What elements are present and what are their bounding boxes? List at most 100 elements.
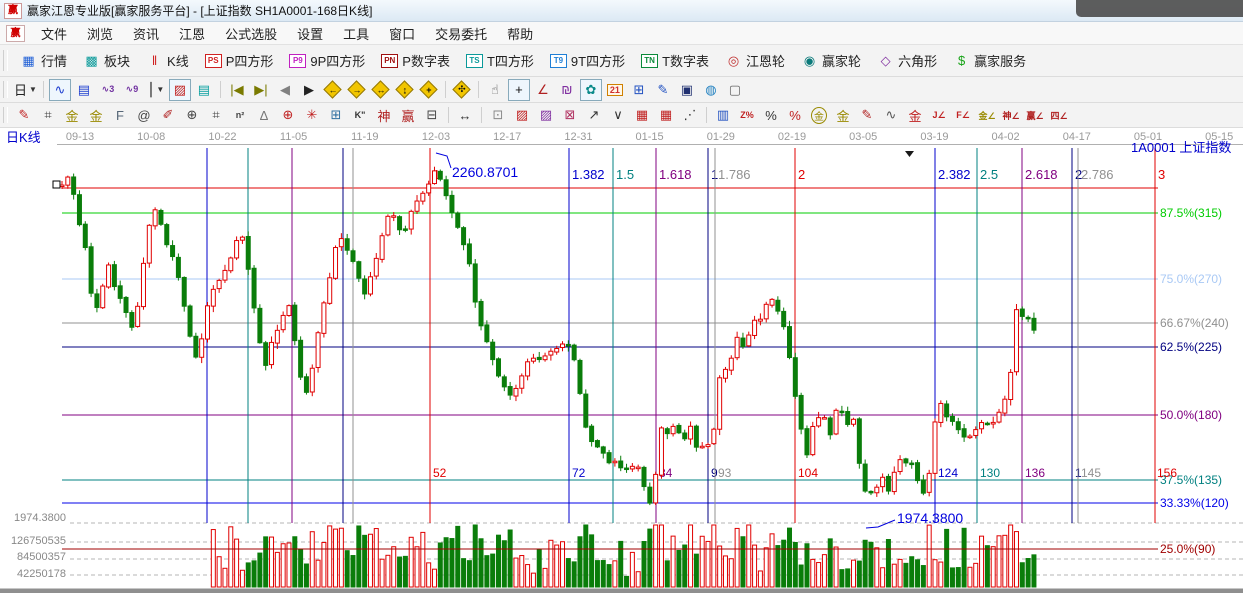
web-data-icon[interactable]: ◍ xyxy=(700,79,722,101)
menu-item-7[interactable]: 窗口 xyxy=(379,22,425,45)
target-circle-icon[interactable]: ⊕ xyxy=(277,104,299,126)
menu-item-3[interactable]: 江恩 xyxy=(169,22,215,45)
wave3-icon[interactable]: ∿3 xyxy=(97,79,119,101)
workstation-icon[interactable]: ▢ xyxy=(724,79,746,101)
9p-square-button[interactable]: P99P四方形 xyxy=(281,48,373,73)
menu-item-9[interactable]: 帮助 xyxy=(497,22,543,45)
service-button[interactable]: $赢家服务 xyxy=(945,48,1034,73)
goto-end-icon[interactable]: ▶| xyxy=(250,79,272,101)
zigzag-overlay-icon[interactable]: ∿ xyxy=(49,79,71,101)
menu-item-8[interactable]: 交易委托 xyxy=(425,22,497,45)
t-table-button[interactable]: TNT数字表 xyxy=(633,48,717,73)
scale-bars-icon[interactable]: ▥ xyxy=(712,104,734,126)
percent-zone-icon[interactable]: Z% xyxy=(736,104,758,126)
red-web-icon[interactable]: ✳ xyxy=(301,104,323,126)
frame-handles-icon[interactable]: ⊡ xyxy=(487,104,509,126)
p-square-button[interactable]: PSP四方形 xyxy=(197,48,282,73)
menu-item-0[interactable]: 文件 xyxy=(31,22,77,45)
page-right-icon[interactable]: ▶ xyxy=(298,79,320,101)
wave-channel-icon[interactable]: ∿ xyxy=(880,104,902,126)
chart-area[interactable]: 87.5%(315)75.0%(270)66.67%(240)62.5%(225… xyxy=(0,128,1243,593)
zoom-h-diamond-icon[interactable]: ↔ xyxy=(370,79,392,101)
volume-profile-icon[interactable]: ▤ xyxy=(193,79,215,101)
angle-measure-icon[interactable]: ∠ xyxy=(532,79,554,101)
gold-circle-icon[interactable]: 金 xyxy=(808,104,830,126)
toolbar-grip[interactable] xyxy=(3,81,8,99)
brush-pin-icon[interactable]: ✎ xyxy=(856,104,878,126)
calculator-icon[interactable]: ⊞ xyxy=(628,79,650,101)
calendar-icon[interactable]: 21 xyxy=(604,79,626,101)
percent-line-icon[interactable]: % xyxy=(784,104,806,126)
f-grid-icon[interactable]: F xyxy=(109,104,131,126)
pencil-ruler-icon[interactable]: ✐ xyxy=(157,104,179,126)
wave9-icon[interactable]: ∿9 xyxy=(121,79,143,101)
title-bar[interactable]: 赢 赢家江恩专业版[赢家服务平台] - [上证指数 SH1A0001-168日K… xyxy=(0,0,1243,22)
percent-icon[interactable]: % xyxy=(760,104,782,126)
wave-v-icon[interactable]: ∨ xyxy=(607,104,629,126)
circle-grid-icon[interactable]: ⊕ xyxy=(181,104,203,126)
zoom-left-diamond-icon[interactable]: ← xyxy=(322,79,344,101)
zoom-right-diamond-icon[interactable]: → xyxy=(346,79,368,101)
period-day-dropdown[interactable]: 日▼ xyxy=(13,79,38,101)
window-controls-overlay[interactable] xyxy=(1076,0,1243,17)
sectors-button[interactable]: ▩板块 xyxy=(75,48,138,73)
h-measure-icon[interactable]: ↔ xyxy=(454,104,476,126)
pattern-box-icon[interactable]: ▨ xyxy=(169,79,191,101)
fan-box-icon[interactable]: ▨ xyxy=(535,104,557,126)
f-angle-icon[interactable]: F∠ xyxy=(952,104,974,126)
p-table-button[interactable]: PNP数字表 xyxy=(373,48,458,73)
win-angle-icon[interactable]: 赢∠ xyxy=(1024,104,1046,126)
gann-shape-icon[interactable]: ₪ xyxy=(556,79,578,101)
hexagon-button[interactable]: ◇六角形 xyxy=(869,48,945,73)
notes-icon[interactable]: ✎ xyxy=(652,79,674,101)
menu-item-2[interactable]: 资讯 xyxy=(123,22,169,45)
mirror-angle-icon[interactable]: ∆ xyxy=(253,104,275,126)
trend-lines-icon[interactable]: ↗ xyxy=(583,104,605,126)
gold-lines-icon[interactable]: 金 xyxy=(832,104,854,126)
winner-wheel-button[interactable]: ◉赢家轮 xyxy=(793,48,869,73)
pen-knife-icon[interactable]: ✎ xyxy=(13,104,35,126)
toolbar-grip[interactable] xyxy=(3,107,8,124)
toolbar-grip[interactable] xyxy=(3,50,8,72)
grid-bars-icon[interactable]: ⌗ xyxy=(37,104,59,126)
j-angle-icon[interactable]: J∠ xyxy=(928,104,950,126)
save-icon[interactable]: ▣ xyxy=(676,79,698,101)
kline-chart[interactable]: 87.5%(315)75.0%(270)66.67%(240)62.5%(225… xyxy=(0,128,1243,593)
info-panel-icon[interactable]: ▤ xyxy=(73,79,95,101)
red-grid-icon[interactable]: ▦ xyxy=(631,104,653,126)
k-quote-icon[interactable]: K" xyxy=(349,104,371,126)
expand-diamond-icon[interactable]: + xyxy=(418,79,440,101)
compress-diamond-icon[interactable]: ↨ xyxy=(394,79,416,101)
goto-start-icon[interactable]: |◀ xyxy=(226,79,248,101)
page-left-icon[interactable]: ◀ xyxy=(274,79,296,101)
red-grid-arrow-icon[interactable]: ▦ xyxy=(655,104,677,126)
gold-grid-small-icon[interactable]: 金 xyxy=(61,104,83,126)
parallel-lines-icon[interactable]: ⋰ xyxy=(679,104,701,126)
hash-lines-icon[interactable]: ⌗ xyxy=(205,104,227,126)
gold-grid-large-icon[interactable]: 金 xyxy=(85,104,107,126)
move-diamond-icon[interactable]: ✣ xyxy=(451,79,473,101)
fan-lines-icon[interactable]: ▨ xyxy=(511,104,533,126)
shen-grid-icon[interactable]: 神 xyxy=(373,104,395,126)
win-grid-icon[interactable]: 赢 xyxy=(397,104,419,126)
t-square-button[interactable]: TST四方形 xyxy=(458,48,542,73)
box-diagonal-icon[interactable]: ⊠ xyxy=(559,104,581,126)
shen-angle-icon[interactable]: 神∠ xyxy=(1000,104,1022,126)
n2-grid-icon[interactable]: n² xyxy=(229,104,251,126)
gold-angle-icon[interactable]: 金∠ xyxy=(976,104,998,126)
si-angle-icon[interactable]: 四∠ xyxy=(1048,104,1070,126)
web-box-icon[interactable]: ⊞ xyxy=(325,104,347,126)
menu-item-4[interactable]: 公式选股 xyxy=(215,22,287,45)
quotes-button[interactable]: ▦行情 xyxy=(12,48,75,73)
pan-hand-icon[interactable]: ☝ xyxy=(484,79,506,101)
9t-square-button[interactable]: T99T四方形 xyxy=(542,48,633,73)
menu-item-1[interactable]: 浏览 xyxy=(77,22,123,45)
menu-item-6[interactable]: 工具 xyxy=(333,22,379,45)
spiral-icon[interactable]: @ xyxy=(133,104,155,126)
smart-select-icon[interactable]: ✿ xyxy=(580,79,602,101)
crosshair-icon[interactable]: + xyxy=(508,79,530,101)
gann-wheel-button[interactable]: ◎江恩轮 xyxy=(717,48,793,73)
candle-style-dropdown[interactable]: ⎮▼ xyxy=(145,79,167,101)
kline-button[interactable]: ‖K线 xyxy=(138,48,197,73)
ruler-123-icon[interactable]: ⊟ xyxy=(421,104,443,126)
